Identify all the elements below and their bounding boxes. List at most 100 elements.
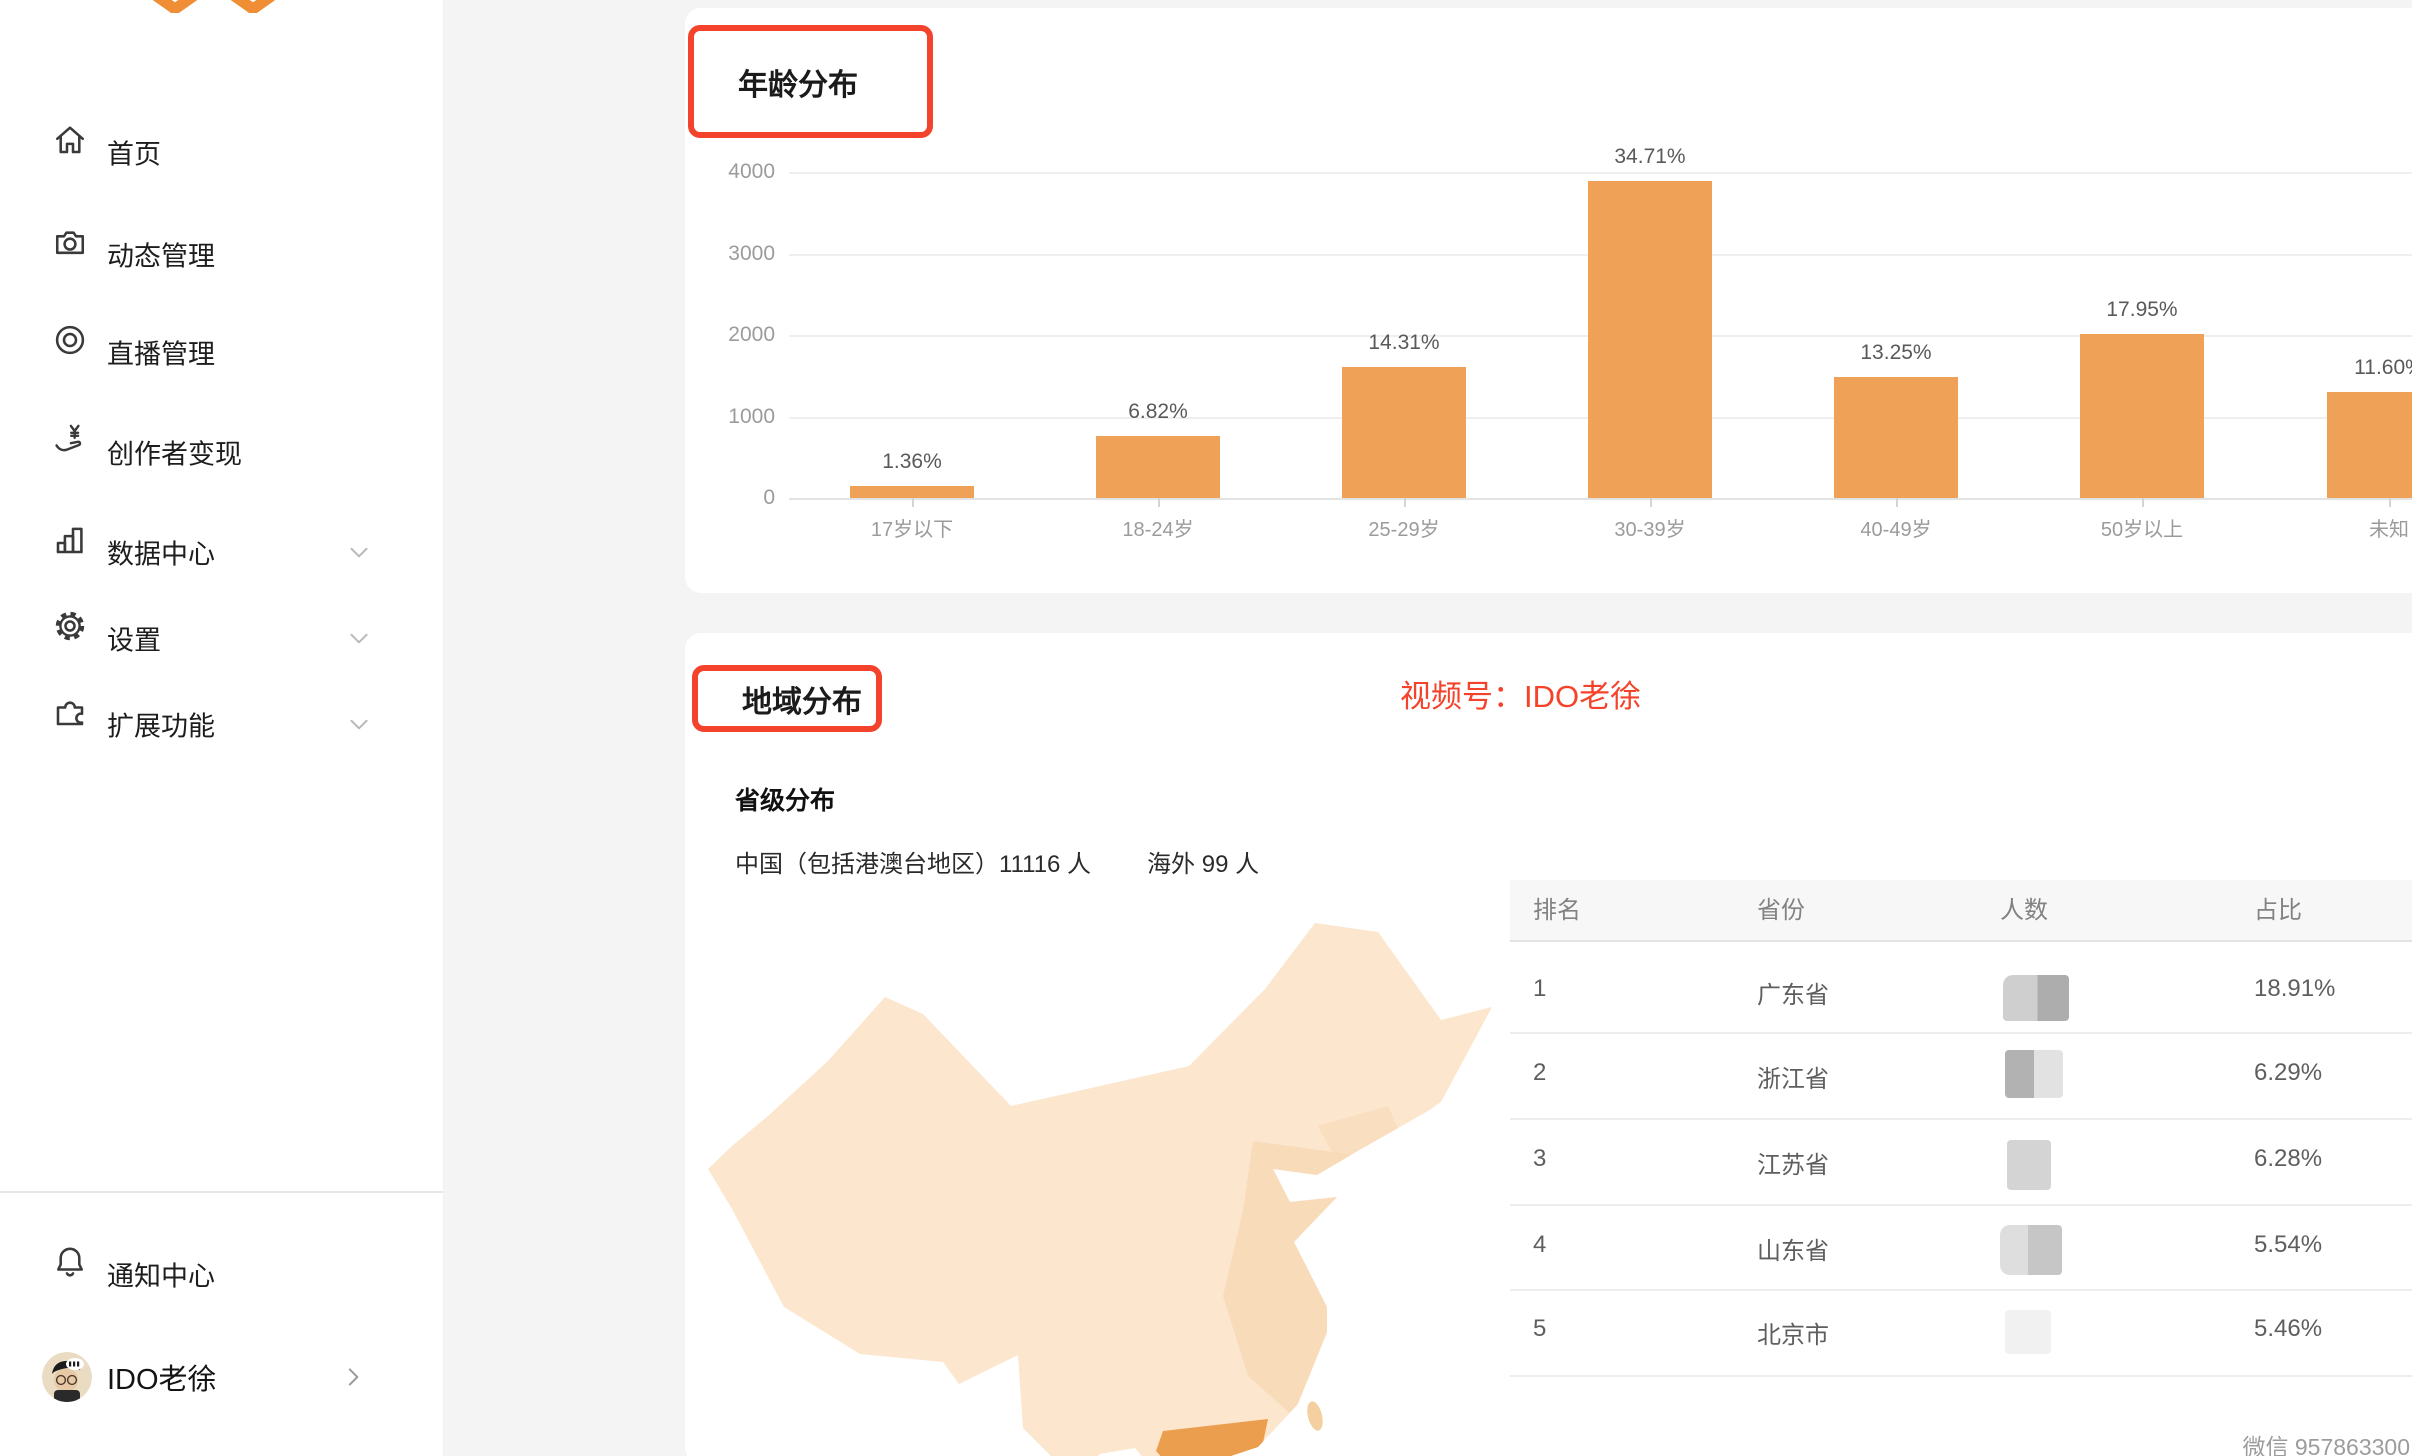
sidebar-item-label: 设置 (107, 619, 161, 658)
table-row-separator (1510, 1375, 2412, 1377)
china-total: 中国（包括港澳台地区）11116 人 (735, 851, 1091, 878)
bar-value-label: 13.25% (1806, 341, 1986, 365)
sidebar-item-posts[interactable]: 动态管理 (0, 224, 443, 284)
x-axis-tick (1158, 498, 1160, 507)
x-axis-category-label: 30-39岁 (1540, 513, 1760, 542)
bar-value-label: 1.36% (822, 450, 1002, 474)
x-axis-tick (1896, 498, 1898, 507)
bar-chart-icon (52, 522, 88, 558)
account-name: IDO老徐 (107, 1356, 217, 1398)
channels-logo-icon (140, 0, 290, 13)
age-distribution-card: 年龄分布 010002000300040001.36%17岁以下6.82%18-… (685, 8, 2412, 593)
y-axis-tick-label: 1000 (685, 404, 775, 430)
rank-cell: 1 (1533, 975, 1546, 1003)
percent-cell: 6.28% (2254, 1145, 2322, 1173)
sidebar-item-settings[interactable]: 设置 (0, 608, 443, 668)
china-map-base (708, 923, 1492, 1456)
age-bar[interactable] (1342, 367, 1466, 498)
sidebar-item-data-center[interactable]: 数据中心 (0, 522, 443, 582)
monetize-hand-icon (52, 422, 88, 458)
percent-cell: 6.29% (2254, 1059, 2322, 1087)
china-map[interactable] (708, 911, 1492, 1456)
age-card-title: 年龄分布 (694, 60, 858, 104)
sidebar-item-label: 首页 (107, 133, 161, 172)
col-header-percent: 占比 (2254, 885, 2302, 937)
y-axis-tick-label: 2000 (685, 322, 775, 348)
x-axis-line (789, 498, 2412, 500)
account-row[interactable]: IDO老徐 (0, 1347, 443, 1407)
sidebar-divider (0, 1191, 443, 1193)
province-cell: 广东省 (1757, 975, 1829, 1010)
percent-cell: 18.91% (2254, 975, 2335, 1003)
sidebar-item-label: 通知中心 (107, 1255, 215, 1294)
watermark-text: 微信 957863300 (2242, 1428, 2410, 1456)
table-row-separator (1510, 1118, 2412, 1120)
sidebar-item-live[interactable]: 直播管理 (0, 322, 443, 382)
x-axis-category-label: 18-24岁 (1048, 513, 1268, 542)
sidebar-item-home[interactable]: 首页 (0, 122, 443, 182)
x-axis-tick (912, 498, 914, 507)
redacted-count-block (2005, 1050, 2063, 1098)
x-axis-tick (1404, 498, 1406, 507)
avatar (42, 1352, 92, 1402)
sidebar-item-label: 动态管理 (107, 235, 215, 274)
region-card-title: 地域分布 (698, 677, 862, 721)
overseas-total: 海外 99 人 (1147, 851, 1259, 878)
redacted-count-block (2003, 975, 2069, 1021)
region-distribution-card: 地域分布 视频号：IDO老徐 省级分布 中国（包括港澳台地区）11116 人海外… (685, 633, 2412, 1456)
province-cell: 江苏省 (1757, 1145, 1829, 1180)
age-bar[interactable] (2327, 392, 2412, 498)
rank-cell: 4 (1533, 1231, 1546, 1259)
x-axis-category-label: 未知 (2279, 513, 2412, 542)
percent-cell: 5.46% (2254, 1315, 2322, 1343)
sidebar-item-extensions[interactable]: 扩展功能 (0, 694, 443, 754)
age-bar[interactable] (850, 486, 974, 498)
home-icon (52, 122, 88, 158)
puzzle-icon (52, 694, 88, 730)
age-bar[interactable] (1096, 436, 1220, 498)
channels-dashboard-page: 首页 动态管理 直播管理 (0, 0, 2412, 1456)
province-cell: 山东省 (1757, 1231, 1829, 1266)
sidebar-item-label: 创作者变现 (107, 433, 242, 472)
col-header-province: 省份 (1757, 885, 1805, 937)
y-axis-tick-label: 4000 (685, 159, 775, 185)
sidebar-item-label: 数据中心 (107, 533, 215, 572)
x-axis-category-label: 17岁以下 (802, 513, 1022, 542)
rank-cell: 2 (1533, 1059, 1546, 1087)
redacted-count-block (2007, 1140, 2051, 1190)
x-axis-tick (1650, 498, 1652, 507)
percent-cell: 5.54% (2254, 1231, 2322, 1259)
age-bar[interactable] (1834, 377, 1958, 498)
sidebar-item-notifications[interactable]: 通知中心 (0, 1244, 443, 1304)
table-row-separator (1510, 1032, 2412, 1034)
table-row-separator (1510, 1204, 2412, 1206)
redacted-count-block (2000, 1225, 2062, 1275)
table-row-separator (1510, 1289, 2412, 1291)
province-cell: 浙江省 (1757, 1059, 1829, 1094)
sidebar-item-monetization[interactable]: 创作者变现 (0, 422, 443, 482)
x-axis-category-label: 50岁以上 (2032, 513, 2252, 542)
map-taiwan (1305, 1400, 1326, 1432)
y-axis-tick-label: 0 (685, 485, 775, 511)
sidebar: 首页 动态管理 直播管理 (0, 0, 444, 1456)
bar-value-label: 11.60% (2299, 356, 2412, 380)
rank-cell: 3 (1533, 1145, 1546, 1173)
chevron-down-icon[interactable] (346, 539, 372, 565)
x-axis-tick (2389, 498, 2391, 507)
bell-icon (52, 1244, 88, 1280)
chevron-down-icon[interactable] (346, 711, 372, 737)
rank-cell: 5 (1533, 1315, 1546, 1343)
x-axis-tick (2142, 498, 2144, 507)
age-bar[interactable] (2080, 334, 2204, 498)
sidebar-item-label: 直播管理 (107, 333, 215, 372)
region-title-annotation-box: 地域分布 (692, 665, 882, 732)
province-level-subtitle: 省级分布 (735, 781, 835, 817)
chevron-right-icon[interactable] (340, 1364, 366, 1390)
bar-value-label: 14.31% (1314, 331, 1494, 355)
chevron-down-icon[interactable] (346, 625, 372, 651)
province-cell: 北京市 (1757, 1315, 1829, 1350)
bar-value-label: 17.95% (2052, 298, 2232, 322)
age-bar[interactable] (1588, 181, 1712, 498)
col-header-rank: 排名 (1533, 885, 1581, 937)
camera-icon (52, 224, 88, 260)
